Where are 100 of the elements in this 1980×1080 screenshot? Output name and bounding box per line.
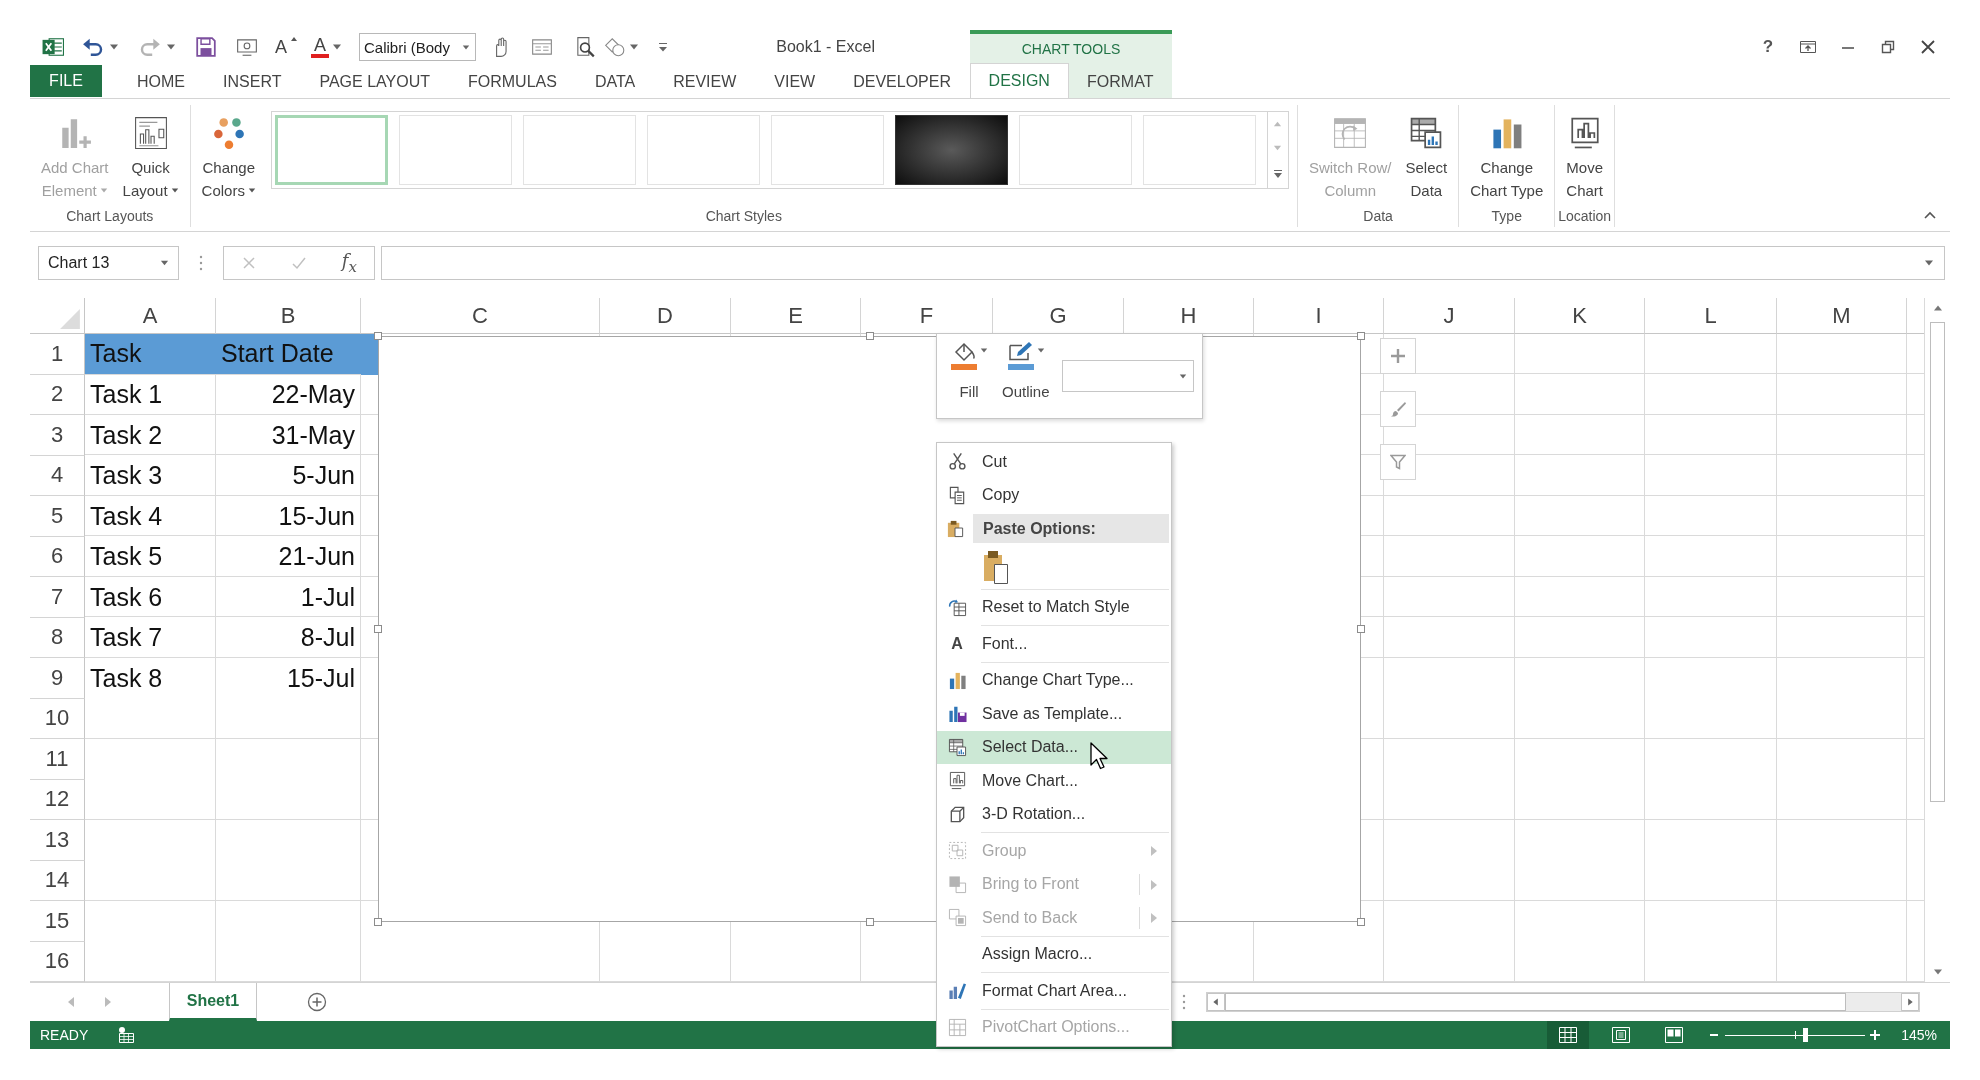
resize-handle[interactable] (374, 918, 382, 926)
scroll-left-icon[interactable] (68, 997, 74, 1007)
caret-icon[interactable] (629, 44, 639, 50)
help-button[interactable]: ? (1760, 37, 1776, 57)
macro-record-icon[interactable] (117, 1026, 136, 1044)
ribbon-tab[interactable]: PAGE LAYOUT (300, 64, 449, 98)
ribbon-tab[interactable]: REVIEW (654, 64, 756, 98)
menu-item[interactable]: Format Chart Area... (937, 974, 1171, 1008)
zoom-slider-thumb[interactable] (1803, 1028, 1808, 1042)
resize-handle[interactable] (1357, 918, 1365, 926)
menu-item[interactable]: Cut (937, 445, 1171, 479)
row-header[interactable]: 3 (30, 415, 85, 456)
normal-view-button[interactable] (1547, 1021, 1590, 1049)
menu-item[interactable]: Select Data... (937, 730, 1171, 764)
menu-item[interactable]: Copy (937, 478, 1171, 512)
zoom-in-icon[interactable] (1869, 1029, 1882, 1041)
scroll-down-icon[interactable] (1273, 145, 1283, 151)
ribbon-tab[interactable]: HOME (118, 64, 205, 98)
row-header[interactable]: 14 (30, 860, 85, 901)
resize-handle[interactable] (866, 332, 874, 340)
outline-button[interactable]: Outline (1002, 342, 1050, 403)
quick-layout-button[interactable]: Quick Layout (119, 116, 182, 202)
row-header[interactable]: 10 (30, 698, 85, 739)
menu-item[interactable]: Save as Template... (937, 697, 1171, 731)
ribbon-tab[interactable]: INSERT (204, 64, 301, 98)
menu-item[interactable]: 3-D Rotation... (937, 797, 1171, 831)
scrollbar-track[interactable] (1206, 992, 1920, 1012)
scroll-up-icon[interactable] (1273, 121, 1283, 127)
close-icon[interactable] (1920, 39, 1936, 55)
customize-icon[interactable] (657, 41, 669, 53)
caret-icon[interactable] (109, 44, 119, 50)
scrollbar-thumb[interactable] (1930, 322, 1945, 802)
resize-handle[interactable] (866, 918, 874, 926)
scroll-right-icon[interactable] (1901, 993, 1919, 1011)
scroll-down-icon[interactable] (1932, 969, 1943, 975)
print-preview-icon[interactable] (574, 36, 596, 58)
spreadsheet-logo-icon[interactable] (42, 36, 64, 58)
scroll-up-icon[interactable] (1932, 305, 1943, 311)
row-header[interactable]: 6 (30, 536, 85, 577)
restore-icon[interactable] (1880, 39, 1896, 55)
change-colors-button[interactable]: Change Colors (198, 116, 259, 202)
menu-item[interactable]: Assign Macro... (937, 937, 1171, 971)
collapse-ribbon-icon[interactable] (1924, 211, 1936, 219)
fill-button[interactable]: Fill (950, 342, 988, 403)
clipboard-icon[interactable] (983, 549, 1009, 584)
resize-handle[interactable] (374, 625, 382, 633)
change-chart-type-button[interactable]: Change Chart Type (1467, 116, 1547, 202)
more-icon[interactable] (1182, 994, 1186, 1010)
scrollbar-thumb[interactable] (1225, 993, 1846, 1011)
undo-icon[interactable] (82, 36, 104, 58)
chart-element-dropdown[interactable] (1061, 360, 1194, 392)
name-box[interactable]: Chart 13 (38, 246, 179, 280)
scroll-left-icon[interactable] (1207, 993, 1225, 1011)
chart-style-thumbnail[interactable] (894, 115, 1008, 185)
chart-elements-button[interactable] (1380, 338, 1416, 374)
row-header[interactable]: 13 (30, 820, 85, 861)
file-tab[interactable]: FILE (30, 65, 103, 97)
select-data-button[interactable]: Select Data (1402, 116, 1451, 202)
chart-styles-button[interactable] (1380, 391, 1416, 427)
row-header[interactable]: 7 (30, 577, 85, 618)
form-icon[interactable] (531, 36, 553, 58)
new-sheet-icon[interactable] (307, 992, 327, 1012)
row-header[interactable]: 4 (30, 455, 85, 496)
row-header[interactable]: 2 (30, 374, 85, 415)
menu-item[interactable]: Reset to Match Style (937, 590, 1171, 624)
font-name-field[interactable]: Calibri (Body (359, 33, 476, 61)
resize-handle[interactable] (1357, 625, 1365, 633)
row-header[interactable]: 16 (30, 941, 85, 982)
row-header[interactable]: 15 (30, 901, 85, 942)
monitor-icon[interactable] (236, 36, 258, 58)
font-color-button[interactable]: A (311, 34, 329, 60)
row-header[interactable]: 9 (30, 658, 85, 699)
caret-icon[interactable] (1924, 260, 1934, 266)
resize-handle[interactable] (1357, 332, 1365, 340)
ribbon-tab[interactable]: DEVELOPER (834, 64, 970, 98)
caret-icon[interactable] (332, 44, 342, 50)
resize-handle[interactable] (374, 332, 382, 340)
insert-function-button[interactable]: f$_{x}$ (341, 250, 357, 276)
ribbon-tab[interactable]: DESIGN (970, 63, 1069, 98)
menu-item[interactable]: Change Chart Type... (937, 663, 1171, 697)
sheet-tab[interactable]: Sheet1 (169, 983, 257, 1021)
chart-filters-button[interactable] (1380, 444, 1416, 480)
formula-input[interactable] (381, 246, 1945, 280)
shapes-icon[interactable] (604, 36, 626, 58)
more-icon[interactable] (199, 255, 203, 271)
more-styles-icon[interactable] (1272, 169, 1283, 179)
scroll-right-icon[interactable] (105, 997, 111, 1007)
ribbon-tab[interactable]: FORMULAS (448, 64, 576, 98)
caret-icon[interactable] (166, 44, 176, 50)
row-header[interactable]: 1 (30, 334, 85, 375)
save-icon[interactable] (195, 36, 217, 58)
grow-font-button[interactable]: A (275, 34, 295, 60)
ribbon-tab[interactable]: DATA (575, 64, 655, 98)
menu-item[interactable]: A Font... (937, 627, 1171, 661)
row-header[interactable]: 5 (30, 496, 85, 537)
ribbon-display-icon[interactable] (1800, 39, 1816, 55)
zoom-level[interactable]: 145% (1901, 1027, 1937, 1043)
row-header[interactable]: 8 (30, 617, 85, 658)
row-header[interactable]: 12 (30, 779, 85, 820)
row-header[interactable]: 11 (30, 739, 85, 780)
